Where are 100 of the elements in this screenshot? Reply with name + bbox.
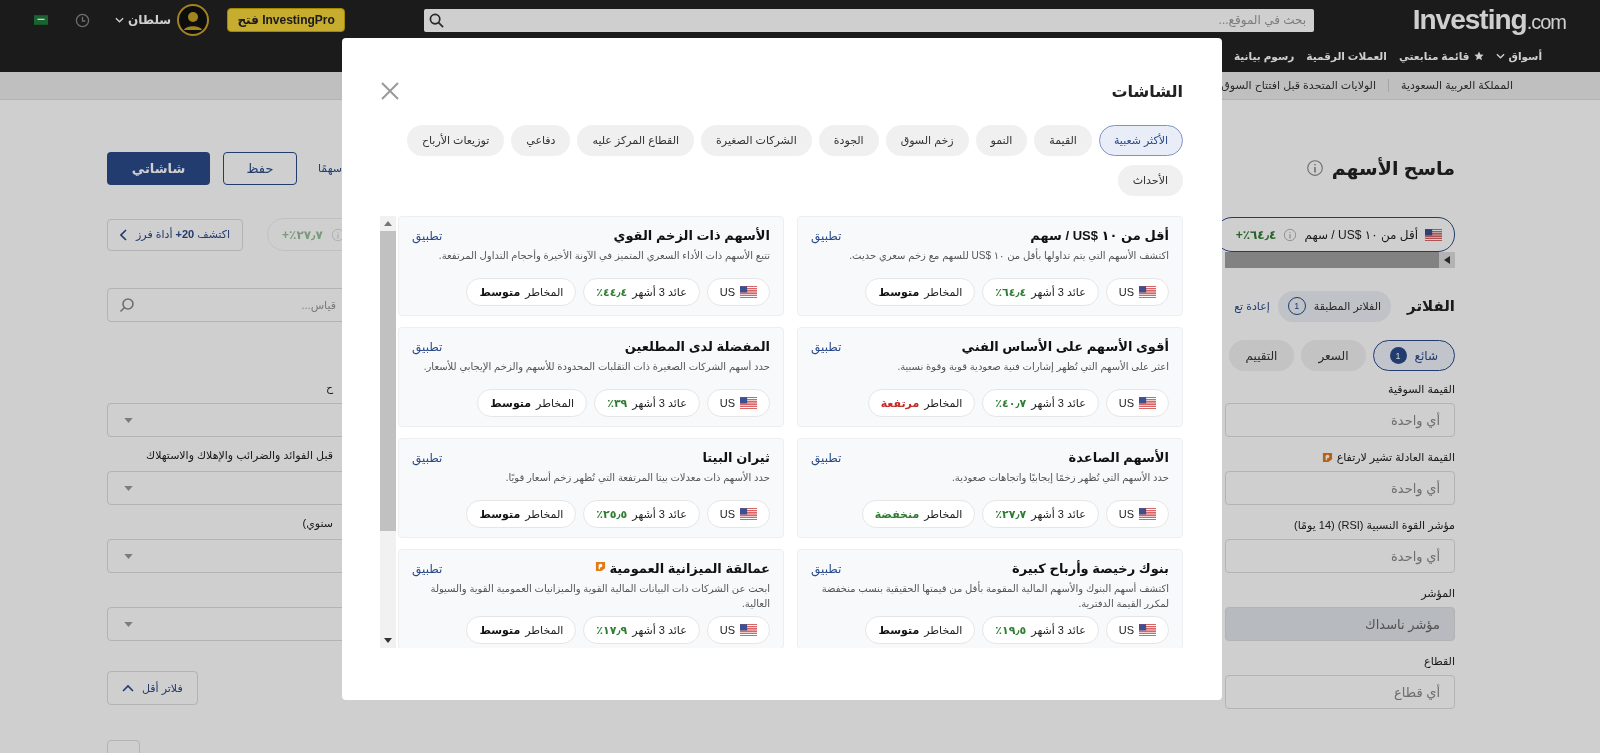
apply-link[interactable]: تطبيق <box>811 228 842 243</box>
apply-link[interactable]: تطبيق <box>811 561 842 576</box>
user-menu[interactable]: سلطان <box>113 11 174 29</box>
apply-link[interactable]: تطبيق <box>412 450 443 465</box>
save-button[interactable]: حفظ <box>223 152 297 185</box>
category-chip[interactable]: الجودة <box>818 125 879 156</box>
risk-chip: المخاطر مرتفعة <box>867 389 976 417</box>
dialog-title: الشاشات <box>1111 81 1183 101</box>
flag-icon <box>1139 624 1156 636</box>
risk-chip: المخاطر متوسط <box>466 500 577 528</box>
return-chip: عائد 3 أشهر ٪٢٥٫٥ <box>583 500 700 528</box>
pro-button[interactable]: فتح InvestingPro <box>227 8 346 32</box>
card-description: حدد الأسهم التي تُظهر زخمًا إيجابيًا واتجاهات صعودية. <box>951 470 1169 485</box>
country-chip: US <box>1105 500 1169 528</box>
nav-link[interactable]: قائمة متابعتي <box>1398 50 1484 62</box>
chevron-icon <box>120 228 128 241</box>
category-chip[interactable]: زخم السوق <box>885 125 969 156</box>
caret-icon <box>124 485 133 491</box>
card-description: اكتشف أسهم البنوك والأسهم المالية المقومة بأقل من قيمتها الحقيقية بنسب منخفضة لمكرر القيمة الدفترية. <box>820 581 1169 611</box>
filter-tab[interactable]: السعر <box>1301 340 1366 371</box>
breadcrumb-link[interactable]: المملكة العربية السعودية <box>1388 79 1525 92</box>
clock-icon[interactable] <box>75 12 90 28</box>
risk-chip: المخاطر متوسط <box>466 278 577 306</box>
nav-link[interactable]: العملات الرقمية <box>1306 50 1387 62</box>
return-chip: عائد 3 أشهر ٪٤٠٫٧ <box>982 389 1099 417</box>
country-chip: US <box>706 616 770 644</box>
return-chip: عائد 3 أشهر ٪١٩٫٥ <box>982 616 1099 644</box>
card-description: اعثر على الأسهم التي تُظهر إشارات فنية صعودية قوية وقوة نسبية. <box>896 359 1169 374</box>
country-chip: US <box>1105 278 1169 306</box>
category-chip[interactable]: توزيعات الأرباح <box>406 125 505 156</box>
flag-icon <box>1425 228 1442 241</box>
caret-icon <box>124 417 133 423</box>
caret-icon <box>115 17 124 23</box>
star-icon <box>1473 51 1484 61</box>
apply-link[interactable]: تطبيق <box>412 228 443 243</box>
scrollbar[interactable] <box>1225 252 1455 268</box>
apply-link[interactable]: تطبيق <box>811 450 842 465</box>
flag-icon <box>740 508 757 520</box>
apply-link[interactable]: تطبيق <box>811 339 842 354</box>
category-chip[interactable]: القيمة <box>1034 125 1092 156</box>
search-icon <box>119 297 135 313</box>
pro-icon <box>1321 451 1333 463</box>
filter-tab[interactable]: التقييم <box>1228 340 1295 371</box>
card-description: ابحث عن الشركات ذات البيانات المالية القوية والميزانيات العمومية القوية والسيولة العالية. <box>429 582 770 611</box>
scroll-up-icon[interactable] <box>384 221 392 226</box>
category-chip[interactable]: دفاعي <box>511 125 571 156</box>
risk-chip: المخاطر متوسط <box>865 278 976 306</box>
apply-link[interactable]: تطبيق <box>412 561 443 576</box>
nav-link[interactable]: أسواق <box>1495 50 1542 62</box>
card-title: الأسهم ذات الزخم القوي <box>613 228 770 243</box>
return-chip: عائد 3 أشهر ٪٣٩ <box>594 389 700 417</box>
filter-label: المؤشر <box>1421 586 1455 600</box>
category-chip[interactable]: الأكثر شعبية <box>1098 125 1183 156</box>
scroll-down-icon[interactable] <box>384 638 392 643</box>
filter-label: القيمة السوقية <box>1388 382 1455 396</box>
flag-icon <box>1139 508 1156 520</box>
card-title: أقوى الأسهم على الأساس الفني <box>961 339 1169 354</box>
reset-link[interactable]: إعادة تع <box>1234 299 1270 313</box>
filter-label: مؤشر القوة النسبية (RSI) (14 يومًا) <box>1294 518 1455 532</box>
nav-link[interactable]: رسوم بيانية <box>1233 50 1295 62</box>
avatar-icon[interactable] <box>177 4 210 36</box>
filter-label: قبل الفوائد والضرائب والإهلاك والاستهلاك <box>146 449 333 461</box>
card-title: بنوك رخيصة وأرباح كبيرة <box>1011 561 1169 576</box>
page-title: ماسح الأسهم <box>1331 156 1455 180</box>
info-icon[interactable] <box>1305 159 1324 177</box>
caret-icon <box>1495 53 1505 59</box>
logo[interactable]: Investing.com <box>1412 4 1566 36</box>
card-description: تتبع الأسهم ذات الأداء السعري المتميز في الآونة الأخيرة وأحجام التداول المرتفعة. <box>437 248 770 263</box>
search-icon <box>429 12 445 28</box>
info-icon <box>1283 227 1298 242</box>
risk-chip: المخاطر متوسط <box>466 616 577 644</box>
caret-icon <box>124 621 133 627</box>
category-chip[interactable]: القطاع المركز عليه <box>577 125 695 156</box>
search-field[interactable]: بحث في الموقع... <box>424 8 1315 32</box>
country-chip: US <box>706 389 770 417</box>
apply-link[interactable]: تطبيق <box>412 339 443 354</box>
fewer-filters-button[interactable]: فلاتر أقل <box>107 671 198 705</box>
category-chip[interactable]: الأحداث <box>1117 165 1183 196</box>
filter-label: القيمة العادلة تشير لارتفاع <box>1336 450 1455 464</box>
flag-icon <box>740 286 757 298</box>
card-title: الأسهم الصاعدة <box>1068 450 1169 465</box>
flag-icon[interactable] <box>34 15 48 25</box>
scrollbar-thumb[interactable] <box>380 231 396 531</box>
close-icon[interactable] <box>380 81 400 101</box>
pro-icon <box>595 561 607 572</box>
country-chip: US <box>706 278 770 306</box>
country-chip: US <box>706 500 770 528</box>
return-chip: عائد 3 أشهر ٪٢٧٫٧ <box>982 500 1099 528</box>
filter-label: القطاع <box>1424 654 1455 668</box>
flag-icon <box>1139 286 1156 298</box>
flag-icon <box>1139 397 1156 409</box>
scrollbar[interactable] <box>380 216 396 648</box>
my-screens-button[interactable]: شاشاتي <box>107 152 210 185</box>
dropdown[interactable]: مؤشر ناسداك <box>1225 607 1455 641</box>
chevron-icon <box>122 684 134 692</box>
card-title: أقل من ١٠ $US / سهم <box>1030 228 1169 243</box>
return-chip: عائد 3 أشهر ٪٤٤٫٤ <box>583 278 700 306</box>
risk-chip: المخاطر متوسط <box>477 389 588 417</box>
category-chip[interactable]: الشركات الصغيرة <box>701 125 812 156</box>
category-chip[interactable]: النمو <box>975 125 1028 156</box>
